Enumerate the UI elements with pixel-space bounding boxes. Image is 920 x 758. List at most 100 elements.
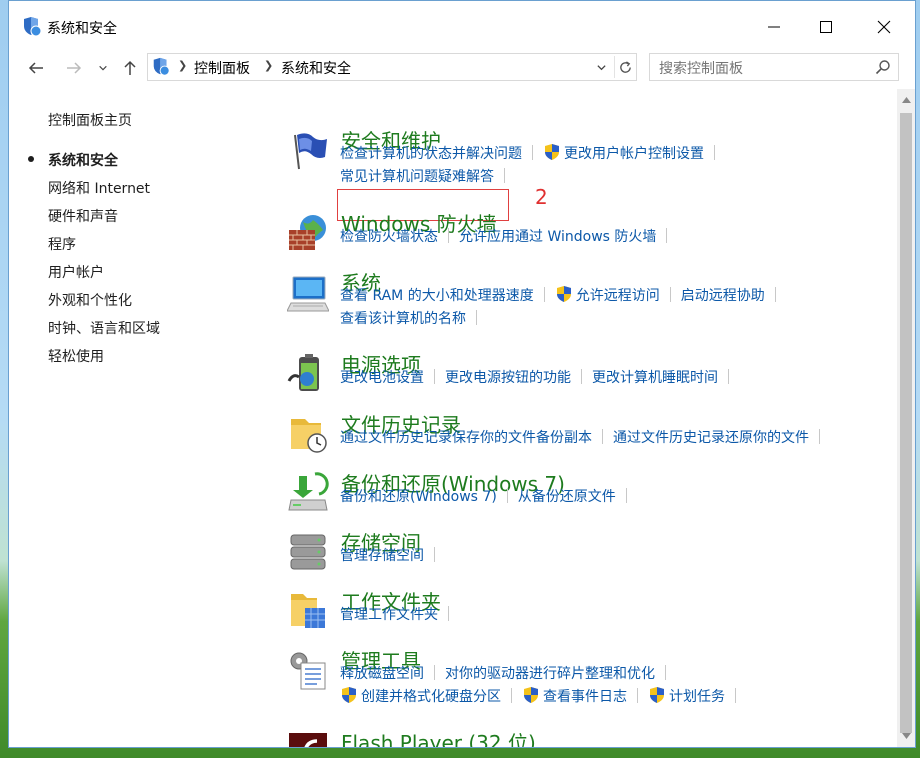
task-link-row: 查看 RAM 的大小和处理器速度 允许远程访问 启动远程协助 bbox=[340, 285, 900, 305]
arrow-left-icon bbox=[28, 62, 43, 74]
refresh-button[interactable] bbox=[614, 56, 636, 78]
power-options-icon[interactable] bbox=[287, 353, 329, 395]
search-input[interactable] bbox=[649, 53, 899, 81]
admin-tools-icon[interactable] bbox=[287, 649, 329, 691]
backup-restore-icon[interactable] bbox=[287, 472, 329, 514]
security-flag-icon[interactable] bbox=[287, 129, 329, 171]
link-separator bbox=[735, 688, 736, 703]
task-link-label: 更改电源按钮的功能 bbox=[445, 370, 571, 386]
task-link[interactable]: 允许应用通过 Windows 防火墙 bbox=[459, 226, 656, 246]
sidebar-control-panel-home[interactable]: 控制面板主页 bbox=[48, 110, 132, 130]
sidebar-item-hardware-sound[interactable]: 硬件和声音 bbox=[48, 206, 160, 234]
task-link[interactable]: 更改计算机睡眠时间 bbox=[592, 367, 718, 387]
task-link[interactable]: 通过文件历史记录还原你的文件 bbox=[613, 427, 809, 447]
up-button[interactable] bbox=[119, 57, 141, 79]
task-link-label: 常见计算机问题疑难解答 bbox=[340, 169, 494, 185]
link-separator bbox=[448, 606, 449, 621]
system-computer-icon[interactable] bbox=[286, 271, 330, 313]
maximize-button[interactable] bbox=[803, 7, 849, 47]
caret-down-icon bbox=[901, 733, 911, 739]
task-link-row: 常见计算机问题疑难解答 bbox=[340, 166, 900, 186]
annotation-number: 2 bbox=[535, 185, 548, 209]
task-link[interactable]: 检查防火墙状态 bbox=[340, 226, 438, 246]
search-icon[interactable] bbox=[875, 59, 891, 75]
arrow-right-icon bbox=[67, 62, 82, 74]
link-separator bbox=[506, 488, 508, 503]
sidebar-item-programs[interactable]: 程序 bbox=[48, 234, 160, 262]
task-link[interactable]: 检查计算机的状态并解决问题 bbox=[340, 143, 522, 163]
task-link[interactable]: 从备份还原文件 bbox=[518, 486, 616, 506]
control-panel-shield-icon bbox=[151, 57, 171, 77]
task-link-row: 更改电池设置 更改电源按钮的功能 更改计算机睡眠时间 bbox=[340, 367, 900, 387]
sidebar-item-appearance[interactable]: 外观和个性化 bbox=[48, 290, 160, 318]
task-link[interactable]: 常见计算机问题疑难解答 bbox=[340, 166, 494, 186]
minimize-button[interactable] bbox=[751, 7, 797, 47]
recent-locations-button[interactable] bbox=[95, 57, 111, 79]
task-link[interactable]: 查看 RAM 的大小和处理器速度 bbox=[340, 285, 534, 305]
task-link-admin[interactable]: 允许远程访问 bbox=[555, 285, 660, 305]
task-link-admin[interactable]: 更改用户帐户控制设置 bbox=[543, 143, 704, 163]
arrow-up-icon bbox=[124, 60, 136, 75]
category-title[interactable]: Flash Player (32 位) bbox=[341, 727, 536, 747]
sidebar-item-network-internet[interactable]: 网络和 Internet bbox=[48, 178, 160, 206]
link-separator bbox=[434, 547, 435, 562]
sidebar-item-system-security[interactable]: 系统和安全 bbox=[28, 150, 160, 178]
uac-shield-icon bbox=[650, 687, 664, 703]
window-title: 系统和安全 bbox=[47, 21, 117, 37]
task-link[interactable]: 通过文件历史记录保存你的文件备份副本 bbox=[340, 427, 592, 447]
sidebar-list: 系统和安全 网络和 Internet 硬件和声音 程序 用户帐户 外观和个性化 … bbox=[28, 150, 160, 374]
task-link-label: 备份和还原(Windows 7) bbox=[340, 489, 497, 505]
task-link[interactable]: 释放磁盘空间 bbox=[340, 663, 424, 683]
forward-button[interactable] bbox=[63, 57, 85, 79]
task-link-row: 备份和还原(Windows 7) 从备份还原文件 bbox=[340, 486, 900, 506]
firewall-icon[interactable] bbox=[287, 212, 329, 254]
sidebar-item-clock-region[interactable]: 时钟、语言和区域 bbox=[48, 318, 160, 346]
breadcrumb-separator-icon[interactable]: ❯ bbox=[264, 59, 273, 72]
caret-up-icon bbox=[901, 97, 911, 103]
task-link-label: 通过文件历史记录还原你的文件 bbox=[613, 430, 809, 446]
task-link-label: 创建并格式化硬盘分区 bbox=[361, 689, 501, 705]
task-link-admin[interactable]: 查看事件日志 bbox=[522, 686, 627, 706]
link-separator bbox=[581, 369, 582, 384]
task-link-row: 创建并格式化硬盘分区 查看事件日志 计划任务 bbox=[340, 686, 900, 706]
task-link-label: 更改用户帐户控制设置 bbox=[564, 146, 704, 162]
close-button[interactable] bbox=[861, 7, 907, 47]
link-separator bbox=[665, 665, 666, 680]
task-link-admin[interactable]: 计划任务 bbox=[648, 686, 725, 706]
task-link[interactable]: 对你的驱动器进行碎片整理和优化 bbox=[445, 663, 655, 683]
link-separator bbox=[476, 310, 477, 325]
work-folders-icon[interactable] bbox=[287, 590, 329, 632]
minimize-icon bbox=[768, 26, 780, 28]
title-bar[interactable]: 系统和安全 bbox=[9, 1, 915, 49]
task-link[interactable]: 更改电源按钮的功能 bbox=[445, 367, 571, 387]
breadcrumb-separator-icon[interactable]: ❯ bbox=[178, 59, 187, 72]
task-link[interactable]: 查看该计算机的名称 bbox=[340, 308, 466, 328]
task-link[interactable]: 管理存储空间 bbox=[340, 545, 424, 565]
address-dropdown-button[interactable] bbox=[592, 57, 610, 77]
task-link-row: 管理工作文件夹 bbox=[340, 604, 900, 624]
scroll-up-button[interactable] bbox=[897, 91, 915, 109]
task-link-row: 管理存储空间 bbox=[340, 545, 900, 565]
vertical-scrollbar[interactable] bbox=[897, 89, 915, 747]
task-link-label: 更改电池设置 bbox=[340, 370, 424, 386]
scroll-down-button[interactable] bbox=[897, 727, 915, 745]
storage-spaces-icon[interactable] bbox=[287, 531, 329, 573]
link-separator bbox=[434, 665, 435, 680]
breadcrumb-system-security[interactable]: 系统和安全 bbox=[281, 58, 351, 78]
task-link[interactable]: 启动远程协助 bbox=[681, 285, 765, 305]
breadcrumb-control-panel[interactable]: 控制面板 bbox=[194, 58, 250, 78]
address-bar[interactable]: ❯ 控制面板 ❯ 系统和安全 bbox=[147, 53, 637, 81]
uac-shield-icon bbox=[342, 687, 356, 703]
sidebar-item-user-accounts[interactable]: 用户帐户 bbox=[48, 262, 160, 290]
task-link[interactable]: 备份和还原(Windows 7) bbox=[340, 486, 497, 506]
task-link[interactable]: 更改电池设置 bbox=[340, 367, 424, 387]
scrollbar-thumb[interactable] bbox=[900, 113, 912, 733]
back-button[interactable] bbox=[25, 57, 47, 79]
task-link[interactable]: 管理工作文件夹 bbox=[340, 604, 438, 624]
task-link-admin[interactable]: 创建并格式化硬盘分区 bbox=[340, 686, 501, 706]
sidebar-item-ease-of-access[interactable]: 轻松使用 bbox=[48, 346, 160, 374]
file-history-icon[interactable] bbox=[287, 413, 329, 455]
flash-player-icon[interactable] bbox=[287, 731, 329, 747]
navigation-bar: ❯ 控制面板 ❯ 系统和安全 bbox=[9, 49, 915, 89]
task-link-label: 通过文件历史记录保存你的文件备份副本 bbox=[340, 430, 592, 446]
